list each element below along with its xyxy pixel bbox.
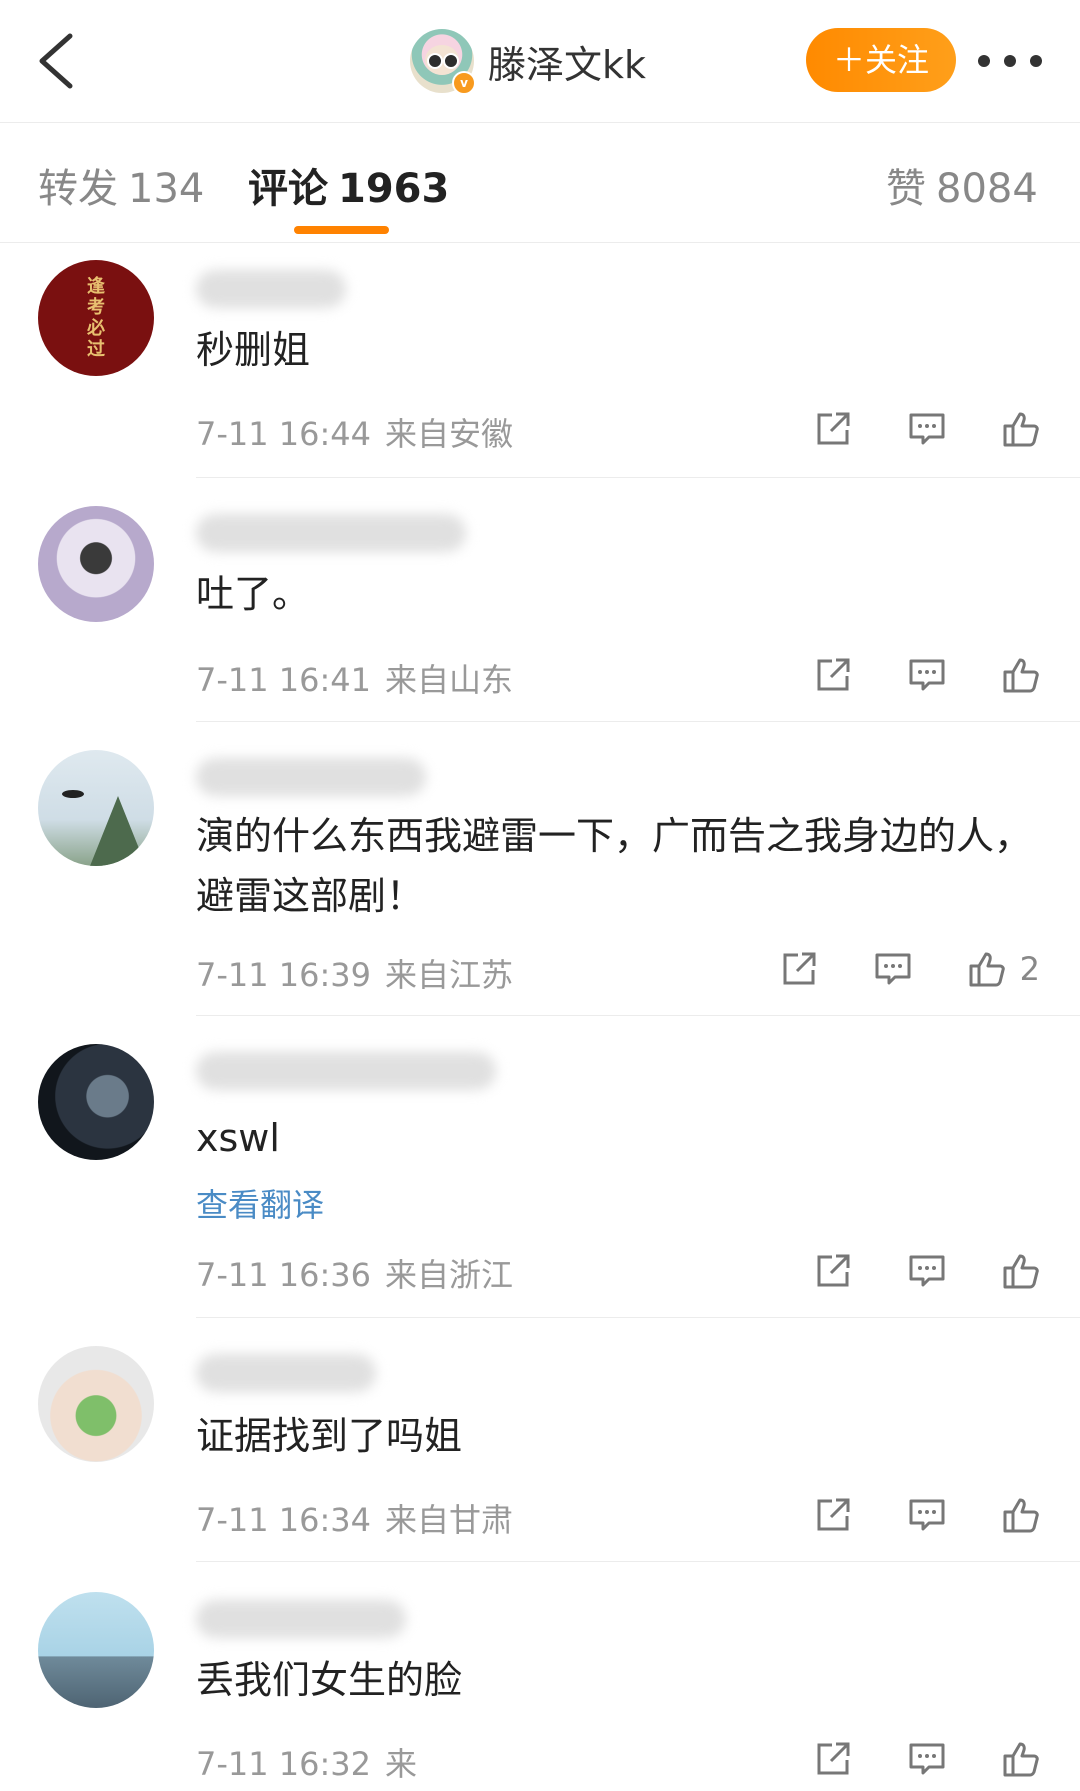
comment-date: 7-11 16:32	[196, 1745, 372, 1783]
like-icon[interactable]	[1002, 1496, 1040, 1534]
comment-text: 丢我们女生的脸	[196, 1658, 463, 1702]
comment-source: 来自山东	[385, 661, 514, 699]
avatar-caption: 逢考必过	[87, 276, 105, 360]
share-icon[interactable]	[814, 1496, 852, 1534]
share-icon[interactable]	[780, 950, 818, 988]
comment-source: 来自甘肃	[385, 1501, 514, 1539]
tab-comments-label: 评论	[248, 166, 328, 212]
tab-likes[interactable]: 赞 8084	[886, 156, 1038, 214]
follow-button[interactable]: ＋关注	[806, 28, 956, 92]
tab-likes-label: 赞	[886, 166, 926, 212]
reply-icon[interactable]	[874, 950, 912, 988]
commenter-nickname-blurred[interactable]	[196, 270, 346, 308]
share-icon[interactable]	[814, 410, 852, 448]
commenter-avatar[interactable]: 逢考必过	[38, 260, 154, 376]
tab-reposts[interactable]: 转发 134	[38, 156, 204, 214]
tab-likes-count: 8084	[936, 166, 1038, 212]
comment-source: 来自安徽	[385, 415, 514, 453]
share-icon[interactable]	[814, 656, 852, 694]
comment-item: xswl 查看翻译 7-11 16:36 来自浙江	[0, 1016, 1080, 1318]
comment-item: 吐了。 7-11 16:41 来自山东	[0, 478, 1080, 722]
active-tab-indicator	[294, 226, 389, 234]
commenter-nickname-blurred[interactable]	[196, 1052, 496, 1090]
back-icon[interactable]	[30, 28, 90, 94]
author-avatar[interactable]: v	[410, 29, 476, 95]
commenter-avatar[interactable]	[38, 1346, 154, 1462]
share-icon[interactable]	[814, 1252, 852, 1290]
reply-icon[interactable]	[908, 1740, 946, 1778]
comment-item: 演的什么东西我避雷一下，广而告之我身边的人，避雷这部剧！ 7-11 16:39 来…	[0, 722, 1080, 1016]
comment-meta: 7-11 16:32 来	[196, 1739, 417, 1785]
like-icon[interactable]	[1002, 1252, 1040, 1290]
like-count: 2	[1019, 950, 1040, 988]
reply-icon[interactable]	[908, 1496, 946, 1534]
comment-text: 证据找到了吗姐	[196, 1414, 463, 1458]
comment-actions	[758, 1252, 1040, 1290]
share-icon[interactable]	[814, 1740, 852, 1778]
top-bar: v 滕泽文kk ＋关注	[0, 0, 1080, 123]
commenter-nickname-blurred[interactable]	[196, 1354, 376, 1392]
comment-source: 来自江苏	[385, 956, 514, 994]
comment-date: 7-11 16:41	[196, 661, 372, 699]
commenter-nickname-blurred[interactable]	[196, 514, 466, 552]
commenter-nickname-blurred[interactable]	[196, 758, 426, 796]
view-translation-link[interactable]: 查看翻译	[196, 1180, 324, 1226]
tab-reposts-count: 134	[128, 166, 205, 212]
comment-actions	[758, 1496, 1040, 1534]
like-icon[interactable]	[1002, 1740, 1040, 1778]
comment-actions: 2	[724, 950, 1040, 988]
comment-actions	[758, 1740, 1040, 1778]
commenter-nickname-blurred[interactable]	[196, 1600, 406, 1638]
comment-date: 7-11 16:36	[196, 1256, 372, 1294]
commenter-avatar[interactable]	[38, 1592, 154, 1708]
comment-meta: 7-11 16:41 来自山东	[196, 655, 513, 701]
reply-icon[interactable]	[908, 1252, 946, 1290]
reply-icon[interactable]	[908, 410, 946, 448]
comment-source: 来	[385, 1745, 418, 1783]
tab-reposts-label: 转发	[38, 166, 118, 212]
comment-item: 证据找到了吗姐 7-11 16:34 来自甘肃	[0, 1318, 1080, 1562]
comment-meta: 7-11 16:39 来自江苏	[196, 950, 513, 996]
comment-text: 吐了。	[196, 572, 311, 616]
more-options-icon[interactable]	[978, 44, 1042, 78]
comment-item: 逢考必过 秒删姐 7-11 16:44 来自安徽	[0, 242, 1080, 478]
comment-text: xswl	[196, 1116, 280, 1160]
comment-actions	[758, 410, 1040, 448]
tab-comments[interactable]: 评论 1963	[248, 156, 449, 214]
post-author[interactable]: v 滕泽文kk	[410, 28, 646, 95]
author-name[interactable]: 滕泽文kk	[488, 34, 646, 89]
comment-item: 丢我们女生的脸 7-11 16:32 来	[0, 1562, 1080, 1791]
like-icon[interactable]	[1002, 410, 1040, 448]
comment-text: 秒删姐	[196, 328, 311, 372]
comment-text: 演的什么东西我避雷一下，广而告之我身边的人，避雷这部剧！	[196, 814, 1033, 918]
comment-actions	[758, 656, 1040, 694]
comment-date: 7-11 16:44	[196, 415, 372, 453]
commenter-avatar[interactable]	[38, 750, 154, 866]
post-tabs: 转发 134 评论 1963 赞 8084	[0, 122, 1080, 243]
reply-icon[interactable]	[908, 656, 946, 694]
tab-comments-count: 1963	[338, 166, 450, 212]
comment-meta: 7-11 16:44 来自安徽	[196, 409, 513, 455]
comment-date: 7-11 16:39	[196, 956, 372, 994]
like-icon[interactable]	[1002, 656, 1040, 694]
like-icon[interactable]	[968, 950, 1006, 988]
commenter-avatar[interactable]	[38, 1044, 154, 1160]
comment-meta: 7-11 16:36 来自浙江	[196, 1250, 513, 1296]
commenter-avatar[interactable]	[38, 506, 154, 622]
comment-date: 7-11 16:34	[196, 1501, 372, 1539]
comment-source: 来自浙江	[385, 1256, 514, 1294]
verified-badge-icon: v	[452, 71, 476, 95]
comment-meta: 7-11 16:34 来自甘肃	[196, 1495, 513, 1541]
